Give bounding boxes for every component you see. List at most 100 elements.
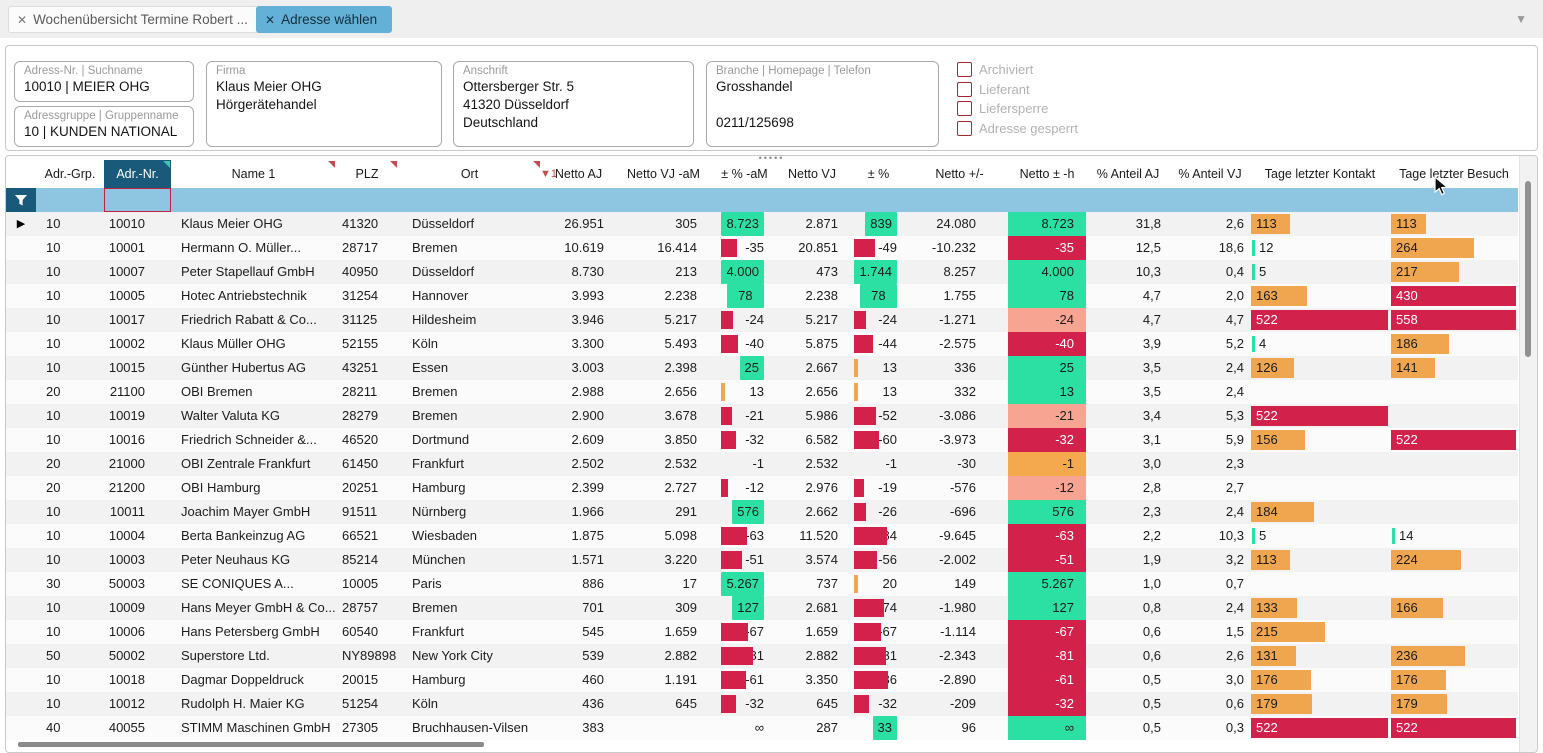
ort-cell: Hannover [398, 284, 541, 308]
filter-cell-netto_diff[interactable] [911, 188, 1008, 212]
filter-cell-ort[interactable] [398, 188, 541, 212]
chevron-down-icon[interactable]: ▼ [1515, 12, 1527, 26]
table-row[interactable]: 1010009Hans Meyer GmbH & Co...28757Breme… [6, 596, 1518, 620]
anteil_aj-cell: 10,3 [1086, 260, 1170, 284]
cell-text: 2.399 [571, 480, 604, 495]
cell-text: 113 [1256, 548, 1277, 572]
table-row[interactable]: 2021000OBI Zentrale Frankfurt61450Frankf… [6, 452, 1518, 476]
cell-text: Walter Valuta KG [181, 408, 280, 423]
days-bar-cell: 217 [1390, 260, 1518, 284]
cell-text: Düsseldorf [412, 216, 474, 231]
table-row[interactable]: 1010019Walter Valuta KG28279Bremen2.9003… [6, 404, 1518, 428]
table-row[interactable]: 1010016Friedrich Schneider &...46520Dort… [6, 428, 1518, 452]
positive-bar [854, 359, 858, 377]
cell-text: -32 [1055, 432, 1074, 447]
table-row[interactable]: 5050002Superstore Ltd.NY89898New York Ci… [6, 644, 1518, 668]
table-row[interactable]: 3050003SE CONIQUES A...10005Paris886175.… [6, 572, 1518, 596]
table-row[interactable]: 1010011Joachim Mayer GmbH91511Nürnberg1.… [6, 500, 1518, 524]
column-header-anteil_vj[interactable]: % Anteil VJ [1170, 160, 1250, 188]
column-header-plz[interactable]: PLZ [336, 160, 398, 188]
table-row[interactable]: 1010007Peter Stapellauf GmbH40950Düsseld… [6, 260, 1518, 284]
table-row[interactable]: 1010015Günther Hubertus AG43251Essen3.00… [6, 356, 1518, 380]
horizontal-scrollbar-thumb[interactable] [18, 742, 484, 747]
checkbox[interactable] [957, 62, 972, 77]
filter-cell-netto_h[interactable] [1008, 188, 1086, 212]
column-header-pct_am[interactable]: ± % -aM [711, 160, 778, 188]
grp-cell: 10 [36, 620, 104, 644]
table-row[interactable]: 1010002Klaus Müller OHG52155Köln3.3005.4… [6, 332, 1518, 356]
table-row[interactable]: 1010001Hermann O. Müller...28717Bremen10… [6, 236, 1518, 260]
table-row[interactable]: 1010017Friedrich Rabatt & Co...31125Hild… [6, 308, 1518, 332]
branche-homepage-telefon-field[interactable]: Branche | Homepage | Telefon Grosshandel… [706, 61, 939, 147]
filter-cell-plz[interactable] [336, 188, 398, 212]
table-row[interactable]: 1010003Peter Neuhaus KG85214München1.571… [6, 548, 1518, 572]
netto-delta-cell: -51 [1008, 548, 1086, 572]
vertical-scrollbar[interactable] [1519, 156, 1537, 752]
cell-text: 2.532 [805, 456, 838, 471]
filter-cell-anteil_aj[interactable] [1086, 188, 1170, 212]
table-row[interactable]: 1010005Hotec Antriebstechnik31254Hannove… [6, 284, 1518, 308]
netto_aj-cell: 545 [541, 620, 616, 644]
filter-cell-besuch[interactable] [1390, 188, 1518, 212]
close-tab-icon[interactable]: ✕ [265, 13, 275, 27]
vertical-scrollbar-thumb[interactable] [1525, 181, 1531, 357]
firma-field[interactable]: Firma Klaus Meier OHG Hörgerätehandel [206, 61, 442, 147]
column-header-gutter[interactable] [6, 160, 36, 188]
column-header-kontakt[interactable]: Tage letzter Kontakt [1250, 160, 1390, 188]
table-row[interactable]: 4040055STIMM Maschinen GmbH27305Bruchhau… [6, 716, 1518, 740]
column-header-label: Adr.-Grp. [45, 167, 96, 181]
table-row[interactable]: 1010004Berta Bankeinzug AG66521Wiesbaden… [6, 524, 1518, 548]
table-row[interactable]: 1010006Hans Petersberg GmbH60540Frankfur… [6, 620, 1518, 644]
row-gutter [6, 356, 36, 380]
checkbox[interactable] [957, 82, 972, 97]
filter-cell-pct[interactable] [846, 188, 911, 212]
filter-cell-grp[interactable] [36, 188, 104, 212]
column-header-name[interactable]: Name 1 [171, 160, 336, 188]
netto_vj-cell: 2.238 [778, 284, 846, 308]
filter-cell-netto_aj[interactable] [541, 188, 616, 212]
filter-marker-icon [533, 161, 540, 168]
close-tab-icon[interactable]: ✕ [17, 13, 27, 27]
column-header-nr[interactable]: Adr.-Nr. [104, 160, 171, 188]
checkbox[interactable] [957, 121, 972, 136]
filter-funnel-icon[interactable] [6, 188, 36, 212]
column-header-besuch[interactable]: Tage letzter Besuch [1390, 160, 1518, 188]
cell-text: 8.723 [721, 212, 764, 236]
table-row[interactable]: ▶1010010Klaus Meier OHG41320Düsseldorf26… [6, 212, 1518, 236]
column-header-ort[interactable]: Ort▼1 [398, 160, 541, 188]
filter-cell-name[interactable] [171, 188, 336, 212]
column-header-anteil_aj[interactable]: % Anteil AJ [1086, 160, 1170, 188]
filter-cell-netto_vj[interactable] [778, 188, 846, 212]
plz-cell: 85214 [336, 548, 398, 572]
filter-cell-nr[interactable] [104, 188, 171, 212]
filter-cell-netto_vj_am[interactable] [616, 188, 711, 212]
pct-cell: -12 [711, 476, 778, 500]
pct-cell: -24 [711, 308, 778, 332]
column-header-netto_h[interactable]: Netto ± -h [1008, 160, 1086, 188]
table-row[interactable]: 1010018Dagmar Doppeldruck20015Hamburg460… [6, 668, 1518, 692]
checkbox[interactable] [957, 101, 972, 116]
filter-cell-kontakt[interactable] [1250, 188, 1390, 212]
filter-cell-pct_am[interactable] [711, 188, 778, 212]
table-row[interactable]: 2021100OBI Bremen28211Bremen2.9882.65613… [6, 380, 1518, 404]
filter-cell-anteil_vj[interactable] [1170, 188, 1250, 212]
cell-text: -1.114 [940, 624, 976, 639]
adressgruppe-field[interactable]: Adressgruppe | Gruppenname 10 | KUNDEN N… [14, 106, 194, 147]
address-nr-suchname-field[interactable]: Adress-Nr. | Suchname 10010 | MEIER OHG [14, 61, 194, 102]
column-header-netto_vj_am[interactable]: Netto VJ -aM [616, 160, 711, 188]
table-row[interactable]: 2021200OBI Hamburg20251Hamburg2.3992.727… [6, 476, 1518, 500]
cell-text: 127 [732, 596, 764, 620]
name-cell: Hotec Antriebstechnik [171, 284, 336, 308]
column-header-netto_vj[interactable]: Netto VJ [778, 160, 846, 188]
column-header-netto_aj[interactable]: Netto AJ [541, 160, 616, 188]
table-row[interactable]: 1010012Rudolph H. Maier KG51254Köln43664… [6, 692, 1518, 716]
anschrift-field[interactable]: Anschrift Ottersberger Str. 5 41320 Düss… [453, 61, 694, 147]
column-header-netto_diff[interactable]: Netto +/- [911, 160, 1008, 188]
netto_vj-cell: 2.871 [778, 212, 846, 236]
tab-active[interactable]: ✕Adresse wählen [256, 6, 392, 33]
cell-text: Rudolph H. Maier KG [181, 696, 305, 711]
tab-item[interactable]: ✕Wochenübersicht Termine Robert ... [8, 6, 263, 33]
column-header-grp[interactable]: Adr.-Grp. [36, 160, 104, 188]
column-header-pct[interactable]: ± % [846, 160, 911, 188]
anteil_aj-cell: 4,7 [1086, 284, 1170, 308]
